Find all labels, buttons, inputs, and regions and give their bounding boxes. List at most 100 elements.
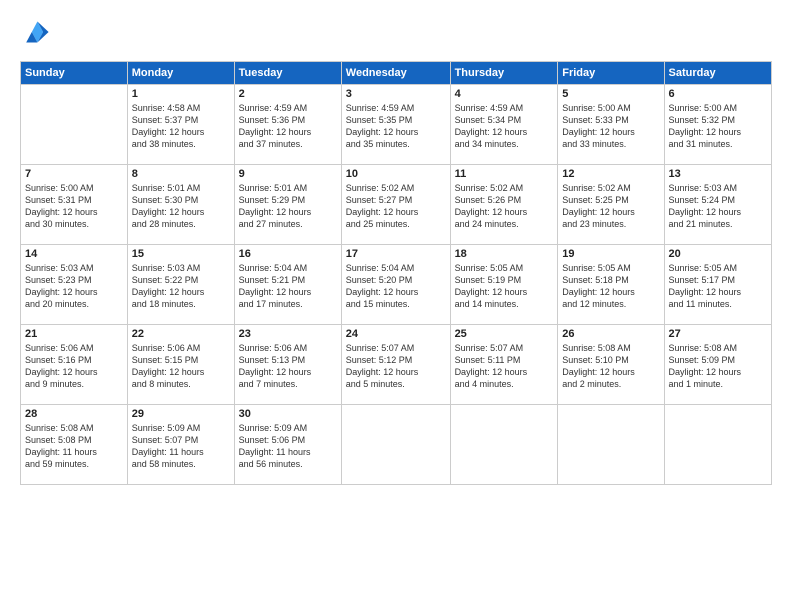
calendar-week-2: 7 Sunrise: 5:00 AM Sunset: 5:31 PM Daylig… [21,165,772,245]
day-info: Sunrise: 5:00 AM Sunset: 5:31 PM Dayligh… [25,182,123,231]
logo [20,18,54,51]
calendar-cell: 22 Sunrise: 5:06 AM Sunset: 5:15 PM Dayli… [127,325,234,405]
calendar-cell: 8 Sunrise: 5:01 AM Sunset: 5:30 PM Daylig… [127,165,234,245]
day-info: Sunrise: 4:58 AM Sunset: 5:37 PM Dayligh… [132,102,230,151]
day-info: Sunrise: 4:59 AM Sunset: 5:34 PM Dayligh… [455,102,554,151]
day-info: Sunrise: 5:06 AM Sunset: 5:16 PM Dayligh… [25,342,123,391]
calendar-cell: 15 Sunrise: 5:03 AM Sunset: 5:22 PM Dayli… [127,245,234,325]
day-number: 4 [455,88,554,100]
day-of-week-thursday: Thursday [450,62,558,85]
calendar-cell: 3Sunrise: 4:59 AM Sunset: 5:35 PM Daylig… [341,85,450,165]
day-number: 22 [132,328,230,340]
calendar-cell: 19 Sunrise: 5:05 AM Sunset: 5:18 PM Dayli… [558,245,664,325]
day-info: Sunrise: 5:08 AM Sunset: 5:10 PM Dayligh… [562,342,659,391]
day-info: Sunrise: 5:01 AM Sunset: 5:29 PM Dayligh… [239,182,337,231]
day-info: Sunrise: 5:01 AM Sunset: 5:30 PM Dayligh… [132,182,230,231]
day-info: Sunrise: 5:03 AM Sunset: 5:24 PM Dayligh… [669,182,767,231]
calendar-cell: 4 Sunrise: 4:59 AM Sunset: 5:34 PM Daylig… [450,85,558,165]
day-info: Sunrise: 5:07 AM Sunset: 5:12 PM Dayligh… [346,342,446,391]
day-info: Sunrise: 5:03 AM Sunset: 5:22 PM Dayligh… [132,262,230,311]
day-info: Sunrise: 5:03 AM Sunset: 5:23 PM Dayligh… [25,262,123,311]
day-info: Sunrise: 4:59 AM Sunset: 5:36 PM Dayligh… [239,102,337,151]
day-number: 7 [25,168,123,180]
day-info: Sunrise: 5:06 AM Sunset: 5:13 PM Dayligh… [239,342,337,391]
day-number: 12 [562,168,659,180]
day-info: Sunrise: 5:08 AM Sunset: 5:08 PM Dayligh… [25,422,123,471]
day-number: 8 [132,168,230,180]
calendar-cell: 7 Sunrise: 5:00 AM Sunset: 5:31 PM Daylig… [21,165,128,245]
day-number: 2 [239,88,337,100]
day-number: 20 [669,248,767,260]
day-number: 13 [669,168,767,180]
day-number: 10 [346,168,446,180]
day-info: Sunrise: 5:06 AM Sunset: 5:15 PM Dayligh… [132,342,230,391]
day-info: Sunrise: 5:09 AM Sunset: 5:07 PM Dayligh… [132,422,230,471]
day-info: Sunrise: 5:05 AM Sunset: 5:19 PM Dayligh… [455,262,554,311]
calendar-cell: 18Sunrise: 5:05 AM Sunset: 5:19 PM Dayli… [450,245,558,325]
calendar-cell: 27 Sunrise: 5:08 AM Sunset: 5:09 PM Dayli… [664,325,771,405]
day-info: Sunrise: 5:02 AM Sunset: 5:27 PM Dayligh… [346,182,446,231]
calendar-body: 1 Sunrise: 4:58 AM Sunset: 5:37 PM Daylig… [21,85,772,485]
day-number: 1 [132,88,230,100]
calendar-week-5: 28Sunrise: 5:08 AM Sunset: 5:08 PM Dayli… [21,405,772,485]
day-info: Sunrise: 5:05 AM Sunset: 5:17 PM Dayligh… [669,262,767,311]
day-number: 19 [562,248,659,260]
day-of-week-friday: Friday [558,62,664,85]
day-number: 5 [562,88,659,100]
day-info: Sunrise: 5:05 AM Sunset: 5:18 PM Dayligh… [562,262,659,311]
calendar-cell: 25 Sunrise: 5:07 AM Sunset: 5:11 PM Dayli… [450,325,558,405]
calendar-cell: 24Sunrise: 5:07 AM Sunset: 5:12 PM Dayli… [341,325,450,405]
calendar-cell: 20 Sunrise: 5:05 AM Sunset: 5:17 PM Dayli… [664,245,771,325]
calendar-cell: 1 Sunrise: 4:58 AM Sunset: 5:37 PM Daylig… [127,85,234,165]
calendar-cell [664,405,771,485]
calendar-cell [450,405,558,485]
day-info: Sunrise: 5:00 AM Sunset: 5:33 PM Dayligh… [562,102,659,151]
day-number: 30 [239,408,337,420]
day-info: Sunrise: 5:09 AM Sunset: 5:06 PM Dayligh… [239,422,337,471]
calendar-cell: 29 Sunrise: 5:09 AM Sunset: 5:07 PM Dayli… [127,405,234,485]
day-number: 21 [25,328,123,340]
day-info: Sunrise: 5:00 AM Sunset: 5:32 PM Dayligh… [669,102,767,151]
calendar-cell [558,405,664,485]
calendar-cell: 9Sunrise: 5:01 AM Sunset: 5:29 PM Daylig… [234,165,341,245]
calendar-cell: 23 Sunrise: 5:06 AM Sunset: 5:13 PM Dayli… [234,325,341,405]
day-info: Sunrise: 5:02 AM Sunset: 5:25 PM Dayligh… [562,182,659,231]
day-info: Sunrise: 4:59 AM Sunset: 5:35 PM Dayligh… [346,102,446,151]
day-info: Sunrise: 5:08 AM Sunset: 5:09 PM Dayligh… [669,342,767,391]
day-info: Sunrise: 5:04 AM Sunset: 5:20 PM Dayligh… [346,262,446,311]
calendar-cell: 2 Sunrise: 4:59 AM Sunset: 5:36 PM Daylig… [234,85,341,165]
day-number: 26 [562,328,659,340]
calendar-cell: 21 Sunrise: 5:06 AM Sunset: 5:16 PM Dayli… [21,325,128,405]
day-of-week-saturday: Saturday [664,62,771,85]
calendar-cell: 17 Sunrise: 5:04 AM Sunset: 5:20 PM Dayli… [341,245,450,325]
calendar-cell: 11Sunrise: 5:02 AM Sunset: 5:26 PM Dayli… [450,165,558,245]
calendar-table: SundayMondayTuesdayWednesdayThursdayFrid… [20,61,772,485]
calendar-cell: 12 Sunrise: 5:02 AM Sunset: 5:25 PM Dayli… [558,165,664,245]
day-of-week-tuesday: Tuesday [234,62,341,85]
day-number: 25 [455,328,554,340]
calendar-cell: 14 Sunrise: 5:03 AM Sunset: 5:23 PM Dayli… [21,245,128,325]
day-number: 17 [346,248,446,260]
day-number: 27 [669,328,767,340]
header [20,18,772,51]
calendar-cell: 10 Sunrise: 5:02 AM Sunset: 5:27 PM Dayli… [341,165,450,245]
page: SundayMondayTuesdayWednesdayThursdayFrid… [0,0,792,612]
day-of-week-sunday: Sunday [21,62,128,85]
calendar-header-row: SundayMondayTuesdayWednesdayThursdayFrid… [21,62,772,85]
calendar-cell: 30 Sunrise: 5:09 AM Sunset: 5:06 PM Dayli… [234,405,341,485]
day-number: 6 [669,88,767,100]
calendar-week-3: 14 Sunrise: 5:03 AM Sunset: 5:23 PM Dayli… [21,245,772,325]
calendar-cell: 16Sunrise: 5:04 AM Sunset: 5:21 PM Dayli… [234,245,341,325]
calendar-week-4: 21 Sunrise: 5:06 AM Sunset: 5:16 PM Dayli… [21,325,772,405]
day-number: 29 [132,408,230,420]
calendar-week-1: 1 Sunrise: 4:58 AM Sunset: 5:37 PM Daylig… [21,85,772,165]
calendar-cell: 28Sunrise: 5:08 AM Sunset: 5:08 PM Dayli… [21,405,128,485]
calendar-cell: 13 Sunrise: 5:03 AM Sunset: 5:24 PM Dayli… [664,165,771,245]
day-of-week-monday: Monday [127,62,234,85]
day-info: Sunrise: 5:07 AM Sunset: 5:11 PM Dayligh… [455,342,554,391]
day-info: Sunrise: 5:02 AM Sunset: 5:26 PM Dayligh… [455,182,554,231]
day-number: 14 [25,248,123,260]
day-number: 15 [132,248,230,260]
day-number: 23 [239,328,337,340]
calendar-cell [21,85,128,165]
